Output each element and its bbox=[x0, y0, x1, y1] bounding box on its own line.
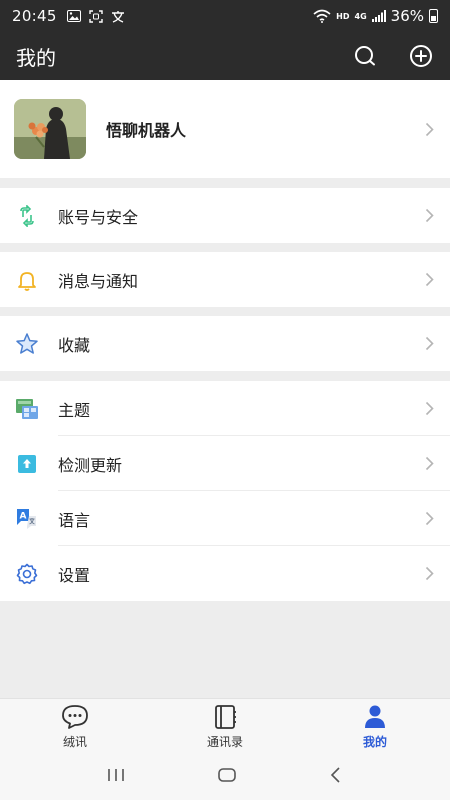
bell-icon bbox=[14, 267, 40, 293]
menu-item-account-security[interactable]: 账号与安全 bbox=[0, 188, 450, 243]
menu-label: 消息与通知 bbox=[58, 271, 139, 291]
chevron-right-icon bbox=[422, 566, 436, 581]
menu-item-notifications[interactable]: 消息与通知 bbox=[0, 252, 450, 307]
menu-label: 设置 bbox=[58, 565, 91, 585]
menu-group-notifications: 消息与通知 bbox=[0, 252, 450, 307]
system-nav-bar bbox=[0, 754, 450, 800]
hd-label: HD bbox=[336, 11, 350, 21]
avatar-image bbox=[14, 99, 86, 159]
menu-label: 语言 bbox=[58, 510, 91, 530]
menu-group-general: 主题 检测更新 A 语言 设置 bbox=[0, 381, 450, 601]
svg-text:A: A bbox=[20, 511, 27, 521]
menu-group-favorites: 收藏 bbox=[0, 316, 450, 371]
status-time: 20:45 bbox=[12, 7, 57, 25]
back-icon bbox=[331, 767, 340, 783]
wifi-icon bbox=[313, 9, 331, 23]
avatar[interactable] bbox=[14, 99, 86, 159]
contacts-icon bbox=[215, 704, 236, 729]
chevron-right-icon bbox=[422, 401, 436, 416]
menu-label: 账号与安全 bbox=[58, 207, 139, 227]
tab-label: 绒讯 bbox=[62, 734, 87, 749]
chevron-right-icon bbox=[422, 208, 436, 223]
menu-label: 检测更新 bbox=[58, 455, 123, 475]
search-button[interactable] bbox=[352, 43, 378, 69]
menu-label: 主题 bbox=[58, 400, 91, 420]
profile-name: 悟聊机器人 bbox=[106, 121, 187, 140]
page-title: 我的 bbox=[16, 45, 56, 70]
battery-icon bbox=[429, 9, 438, 23]
menu-item-favorites[interactable]: 收藏 bbox=[0, 316, 450, 371]
recents-button[interactable] bbox=[106, 767, 126, 787]
shield-check-icon bbox=[14, 203, 40, 229]
chevron-right-icon bbox=[422, 122, 436, 137]
network-type-label: 4G bbox=[354, 11, 367, 21]
star-icon bbox=[14, 331, 40, 357]
translate-icon bbox=[111, 10, 124, 23]
menu-item-check-update[interactable]: 检测更新 bbox=[0, 436, 450, 491]
header-actions bbox=[352, 43, 434, 69]
tab-messages[interactable]: 绒讯 bbox=[0, 699, 150, 754]
tab-label: 我的 bbox=[362, 734, 387, 749]
theme-icon bbox=[14, 396, 40, 422]
status-bar: 20:45 HD 4G 36% bbox=[0, 0, 450, 32]
menu-item-settings[interactable]: 设置 bbox=[0, 546, 450, 601]
tab-me[interactable]: 我的 bbox=[300, 699, 450, 754]
plus-circle-icon bbox=[410, 45, 432, 67]
tab-contacts[interactable]: 通讯录 bbox=[150, 699, 300, 754]
battery-percent: 36% bbox=[390, 7, 424, 25]
menu-item-language[interactable]: A 语言 bbox=[0, 491, 450, 546]
scan-icon bbox=[89, 9, 103, 23]
recents-icon bbox=[107, 769, 124, 781]
menu-group-account: 账号与安全 bbox=[0, 188, 450, 243]
update-icon bbox=[14, 451, 40, 477]
chat-bubble-icon bbox=[62, 704, 88, 729]
chevron-right-icon bbox=[422, 336, 436, 351]
status-notification-icons bbox=[66, 9, 125, 23]
status-right-group: HD 4G 36% bbox=[313, 7, 438, 25]
home-icon bbox=[218, 768, 236, 782]
signal-icon bbox=[371, 10, 386, 22]
search-icon bbox=[355, 46, 375, 66]
chevron-right-icon bbox=[422, 272, 436, 287]
header-bar: 我的 bbox=[0, 32, 450, 80]
menu-item-theme[interactable]: 主题 bbox=[0, 381, 450, 436]
chevron-right-icon bbox=[422, 511, 436, 526]
image-icon bbox=[66, 10, 81, 22]
gear-icon bbox=[14, 561, 40, 587]
menu-label: 收藏 bbox=[58, 335, 91, 355]
bottom-tab-bar: 绒讯 通讯录 我的 bbox=[0, 698, 450, 754]
home-button[interactable] bbox=[217, 767, 237, 787]
add-button[interactable] bbox=[408, 43, 434, 69]
language-icon: A bbox=[14, 506, 40, 532]
profile-card[interactable]: 悟聊机器人 bbox=[0, 80, 450, 178]
tab-label: 通讯录 bbox=[206, 734, 243, 749]
chevron-right-icon bbox=[422, 456, 436, 471]
person-icon bbox=[365, 705, 385, 728]
back-button[interactable] bbox=[328, 767, 344, 787]
